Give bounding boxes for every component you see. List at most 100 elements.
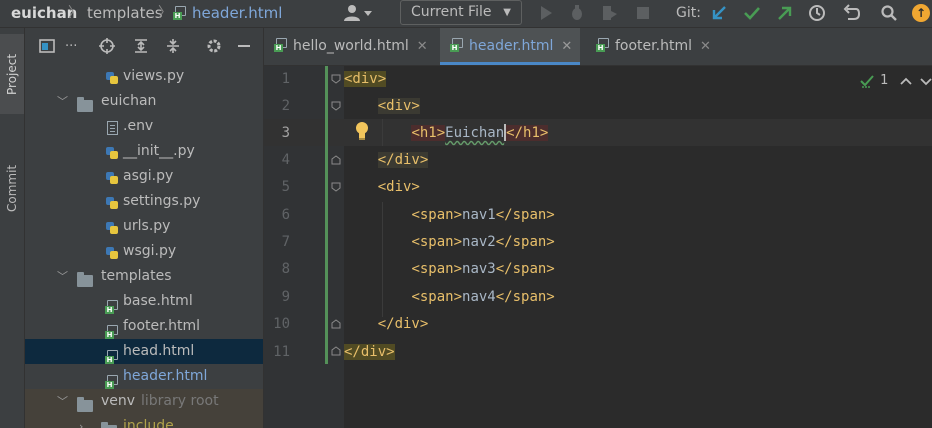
inspection-check-icon — [860, 74, 874, 88]
tree-item-label: base.html — [123, 293, 193, 309]
vcs-change-marker[interactable] — [325, 66, 328, 364]
top-navigation-bar: euichan 〉 templates 〉 H header.html Curr… — [0, 0, 932, 28]
html-file-icon: H — [173, 6, 186, 20]
fold-end-icon[interactable] — [331, 346, 341, 356]
breadcrumb-file[interactable]: header.html — [192, 3, 282, 23]
chevron-down-icon[interactable]: ﹀ — [57, 389, 68, 414]
next-highlight-icon[interactable] — [918, 71, 932, 91]
close-icon[interactable]: ✕ — [417, 39, 428, 54]
close-icon[interactable]: ✕ — [561, 39, 572, 54]
git-push-icon[interactable] — [776, 4, 794, 22]
text-file-icon — [107, 119, 123, 135]
close-icon[interactable]: ✕ — [700, 39, 711, 54]
git-update-icon[interactable] — [710, 4, 728, 22]
tab-footer-html[interactable]: Hfooter.html ✕ — [596, 28, 711, 65]
git-commit-icon[interactable] — [743, 4, 761, 22]
tree-item-include[interactable]: › include — [25, 414, 263, 428]
search-icon[interactable] — [880, 4, 898, 22]
line-number: 9 — [281, 289, 290, 305]
tab-hello-world-html[interactable]: Hhello_world.html ✕ — [274, 28, 428, 65]
editor-tab-bar: Hhello_world.html ✕ Hheader.html ✕ Hfooter… — [264, 28, 932, 66]
fold-end-icon[interactable] — [331, 319, 341, 329]
previous-highlight-icon[interactable] — [898, 71, 914, 91]
coverage-icon[interactable] — [600, 4, 618, 22]
tab-label: header.html — [469, 38, 554, 54]
code-line-3[interactable]: <h1>Euichan </h1> — [344, 120, 549, 147]
tree-item-init-py[interactable]: __init__.py — [25, 139, 263, 164]
locate-file-icon[interactable] — [99, 38, 115, 54]
history-icon[interactable] — [808, 4, 826, 22]
code-line-5[interactable]: <div> — [344, 174, 420, 201]
tree-item-head-html[interactable]: H head.html — [25, 339, 263, 364]
python-file-icon — [105, 194, 121, 210]
tree-item-wsgi-py[interactable]: wsgi.py — [25, 239, 263, 264]
code-line-2[interactable]: <div> — [344, 93, 420, 120]
chevron-down-icon[interactable]: ﹀ — [57, 264, 68, 289]
line-number: 11 — [273, 344, 290, 360]
line-number: 1 — [281, 71, 290, 87]
html-file-icon: H — [105, 295, 121, 314]
chevron-right-icon[interactable]: › — [79, 414, 83, 428]
html-file-icon: H — [105, 370, 121, 389]
fold-end-icon[interactable] — [331, 155, 341, 165]
tool-window-project[interactable]: Project — [0, 34, 24, 114]
ide-update-icon[interactable]: ↑ — [912, 4, 930, 22]
tree-item-env[interactable]: .env — [25, 114, 263, 139]
rollback-icon[interactable] — [842, 4, 860, 22]
code-line-4[interactable]: </div> — [344, 147, 429, 174]
collapse-all-icon[interactable] — [165, 38, 181, 54]
fold-icon[interactable] — [331, 101, 341, 111]
tree-item-asgi-py[interactable]: asgi.py — [25, 164, 263, 189]
gear-icon[interactable] — [206, 38, 222, 54]
tree-item-base-html[interactable]: H base.html — [25, 289, 263, 314]
user-icon[interactable] — [343, 4, 373, 22]
inspection-widget[interactable]: 1 — [860, 71, 888, 91]
code-line-8[interactable]: <span>nav3</span> — [344, 256, 554, 283]
code-line-1[interactable]: <div> — [344, 66, 387, 93]
html-file-icon: H — [274, 37, 287, 52]
expand-all-icon[interactable] — [133, 38, 149, 54]
folder-icon — [77, 271, 93, 287]
tree-item-urls-py[interactable]: urls.py — [25, 214, 263, 239]
run-configuration-select[interactable]: Current File ▼ — [400, 0, 522, 25]
tree-item-views-py[interactable]: views.py — [25, 64, 263, 89]
hide-panel-icon[interactable] — [236, 38, 252, 54]
code-line-9[interactable]: <span>nav4</span> — [344, 284, 554, 311]
tree-item-label: urls.py — [123, 218, 171, 234]
tree-item-label: asgi.py — [123, 168, 174, 184]
html-file-icon: H — [596, 37, 609, 52]
python-file-icon — [105, 69, 121, 85]
line-number: 6 — [281, 207, 290, 223]
tree-item-settings-py[interactable]: settings.py — [25, 189, 263, 214]
code-line-10[interactable]: </div> — [344, 311, 429, 338]
fold-icon[interactable] — [331, 182, 341, 192]
line-number: 3 — [281, 125, 290, 141]
tree-item-euichan[interactable]: ﹀ euichan — [25, 89, 263, 114]
code-line-6[interactable]: <span>nav1</span> — [344, 202, 554, 229]
html-file-icon: H — [105, 345, 121, 364]
breadcrumb-folder[interactable]: templates — [87, 3, 163, 23]
chevron-down-icon[interactable]: ﹀ — [57, 89, 68, 114]
tab-label: hello_world.html — [293, 38, 409, 54]
stop-icon[interactable] — [634, 4, 652, 22]
tree-item-label: views.py — [123, 68, 185, 84]
line-number: 5 — [281, 179, 290, 195]
folder-icon — [101, 421, 117, 428]
code-line-11[interactable]: </div> — [344, 339, 395, 366]
debug-icon[interactable] — [568, 4, 586, 22]
tree-item-label: head.html — [123, 343, 195, 359]
fold-icon[interactable] — [331, 74, 341, 84]
line-number: 10 — [273, 316, 290, 332]
tree-item-header-html[interactable]: H header.html — [25, 364, 263, 389]
tree-item-footer-html[interactable]: H footer.html — [25, 314, 263, 339]
python-file-icon — [105, 169, 121, 185]
tab-header-html[interactable]: Hheader.html ✕ — [440, 28, 581, 65]
project-view-icon[interactable] — [39, 38, 55, 54]
tool-window-commit[interactable]: Commit — [0, 148, 24, 228]
code-line-7[interactable]: <span>nav2</span> — [344, 229, 554, 256]
tree-item-venv[interactable]: ﹀ venv library root — [25, 389, 263, 414]
line-number: 7 — [281, 234, 290, 250]
run-icon[interactable] — [537, 4, 555, 22]
project-view-dropdown[interactable]: ... — [65, 35, 77, 50]
tree-item-templates[interactable]: ﹀ templates — [25, 264, 263, 289]
